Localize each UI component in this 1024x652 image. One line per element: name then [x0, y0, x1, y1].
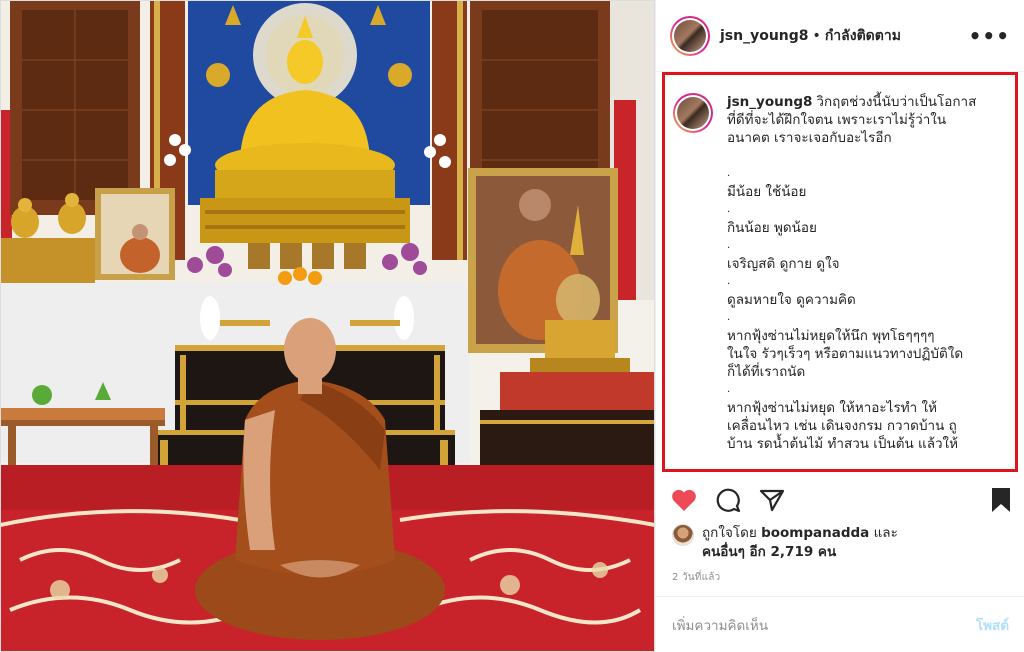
post-timestamp[interactable]: 2 วันที่แล้ว [672, 570, 720, 585]
comment-form: เพิ่มความคิดเห็น โพสต์ [656, 596, 1024, 652]
caption-username[interactable]: jsn_young8 [727, 94, 812, 110]
caption-line: ในใจ รัวๆเร็วๆ หรือตามแนวทางปฏิบัติใด [727, 346, 964, 362]
caption-avatar[interactable] [673, 93, 713, 133]
following-button[interactable]: กำลังติดตาม [825, 25, 901, 47]
caption-line: หากฟุ้งซ่านไม่หยุด ให้หาอะไรทำ ให้ [727, 400, 937, 416]
post-side-panel: jsn_young8 • กำลังติดตาม ••• jsn_young8 ว… [655, 0, 1024, 652]
caption-line: ที่ดีที่จะได้ฝึกใจตน เพราะเราไม่รู้ว่าใน [727, 112, 947, 128]
caption-line: . [727, 384, 731, 395]
likes-summary: ถูกใจโดย boompanadda และ คนอื่นๆ อีก 2,7… [672, 524, 1012, 562]
action-bar [670, 480, 1015, 520]
caption-line [727, 147, 976, 165]
caption-line: หากฟุ้งซ่านไม่หยุดให้นึก พุทโธๆๆๆๆ [727, 328, 935, 344]
bookmark-icon[interactable] [987, 486, 1015, 514]
caption-line: บ้าน รดน้ำต้นไม้ ทำสวน เป็นต้น แล้วให้ [727, 436, 959, 452]
monk-temple-photo [0, 0, 655, 652]
caption-line: ก็ได้ที่เราถนัด [727, 364, 806, 380]
post-header: jsn_young8 • กำลังติดตาม ••• [656, 0, 1024, 72]
caption-line: . [727, 204, 731, 215]
post-image[interactable] [0, 0, 655, 652]
caption-line: . [727, 168, 731, 179]
likes-and: และ [873, 525, 898, 541]
comment-icon[interactable] [714, 486, 742, 514]
share-icon[interactable] [758, 486, 786, 514]
caption-line: กินน้อย พูดน้อย [727, 220, 817, 236]
caption-line: . [727, 312, 731, 323]
post-comment-button[interactable]: โพสต์ [976, 614, 1009, 636]
liker-avatar[interactable] [672, 524, 694, 546]
more-icon[interactable]: ••• [969, 24, 1010, 48]
caption-line: อนาคต เราจะเจอกับอะไรอีก [727, 130, 892, 146]
avatar-image [674, 19, 706, 52]
heart-icon[interactable] [670, 486, 698, 514]
caption-line: . [727, 276, 731, 287]
caption-text: jsn_young8 วิกฤตช่วงนี้นับว่าเป็นโอกาส ที… [727, 93, 976, 453]
comment-input[interactable]: เพิ่มความคิดเห็น [672, 614, 976, 636]
caption-line: มีน้อย ใช้น้อย [727, 184, 807, 200]
username-link[interactable]: jsn_young8 [720, 28, 809, 44]
likes-prefix: ถูกใจโดย [702, 525, 757, 541]
liker-username[interactable]: boompanadda [761, 525, 869, 541]
caption-line: . [727, 240, 731, 251]
caption-line: ดูลมหายใจ ดูความคิด [727, 292, 856, 308]
caption: jsn_young8 วิกฤตช่วงนี้นับว่าเป็นโอกาส ที… [673, 93, 1005, 453]
caption-highlight-box: jsn_young8 วิกฤตช่วงนี้นับว่าเป็นโอกาส ที… [662, 72, 1018, 472]
header-separator: • [812, 27, 821, 44]
caption-line: เจริญสติ ดูกาย ดูใจ [727, 256, 840, 272]
caption-line: วิกฤตช่วงนี้นับว่าเป็นโอกาส [816, 94, 977, 110]
likes-others-link[interactable]: คนอื่นๆ อีก 2,719 คน [702, 544, 836, 560]
caption-line: เคลื่อนไหว เช่น เดินจงกรม กวาดบ้าน ถู [727, 418, 957, 434]
user-avatar[interactable] [670, 15, 710, 56]
